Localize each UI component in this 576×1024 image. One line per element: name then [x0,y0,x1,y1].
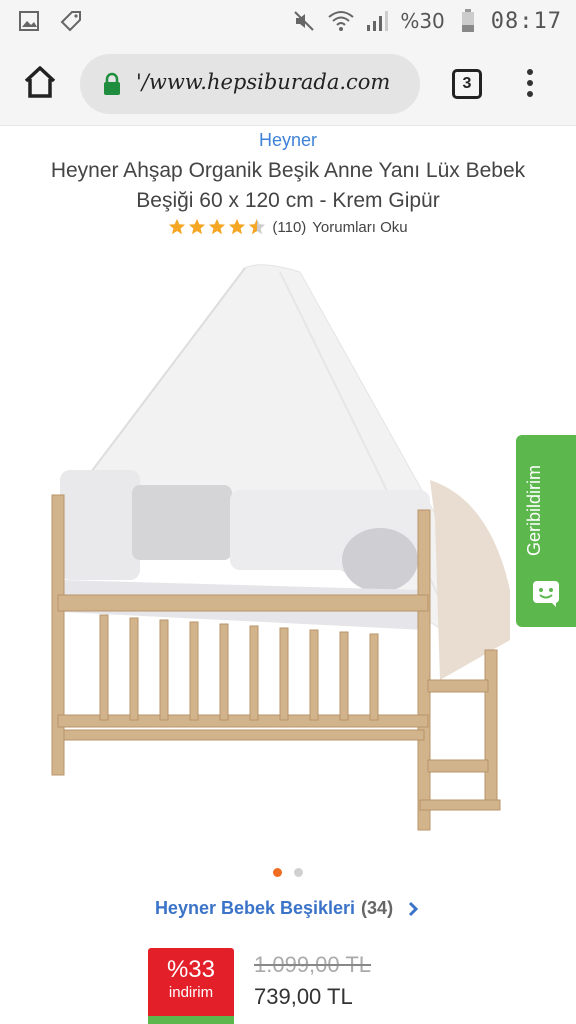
star-rating [168,218,266,236]
rating-row[interactable]: (110) Yorumları Oku [0,218,576,236]
mute-icon [292,8,318,34]
product-image[interactable] [40,260,530,840]
feedback-label: Geribildirim [524,464,544,556]
more-vert-icon[interactable] [518,66,542,102]
star-icon [209,218,226,235]
battery-icon [455,8,481,34]
discount-percent: %33 [166,956,216,983]
url-text: '/www.hepsiburada.com [136,70,391,94]
tab-switcher-button[interactable]: 3 [452,69,482,99]
browser-toolbar: '/www.hepsiburada.com 3 [0,44,576,126]
half-star-icon [249,218,266,235]
carousel-dot-active[interactable] [273,868,282,877]
clock: 08:17 [490,8,562,34]
carousel-dot[interactable] [294,868,303,877]
star-icon [189,218,206,235]
category-label: Heyner Bebek Beşikleri [154,898,356,918]
tag-icon [58,8,84,34]
category-count: (34) [361,898,394,918]
star-icon [229,218,246,235]
status-bar: %30 08:17 [0,0,576,44]
old-price: 1.099,00 TL [254,952,372,977]
star-icon [169,218,186,235]
chevron-right-icon [409,901,419,916]
current-price: 739,00 TL [254,984,353,1009]
product-title: Heyner Ahşap Organik Beşik Anne Yanı Lüx… [50,159,526,212]
badge-strip [148,1016,234,1024]
review-count: (110) [272,218,307,236]
smiley-chat-icon [532,580,560,608]
feedback-tab[interactable]: Geribildirim [516,435,576,627]
category-link[interactable]: Heyner Bebek Beşikleri (34) [0,898,576,919]
discount-badge: %33 indirim [148,948,234,1024]
read-reviews-link[interactable]: Yorumları Oku [312,219,407,236]
brand-link[interactable]: Heyner [0,130,576,151]
lock-icon [102,72,122,96]
url-field[interactable]: '/www.hepsiburada.com [80,54,420,114]
home-icon[interactable] [22,64,58,100]
wifi-icon [328,8,354,34]
carousel-indicator [0,868,576,877]
discount-label: indirim [168,984,214,1001]
signal-icon [364,8,390,34]
gallery-icon [16,8,42,34]
battery-percent: %30 [400,9,445,33]
